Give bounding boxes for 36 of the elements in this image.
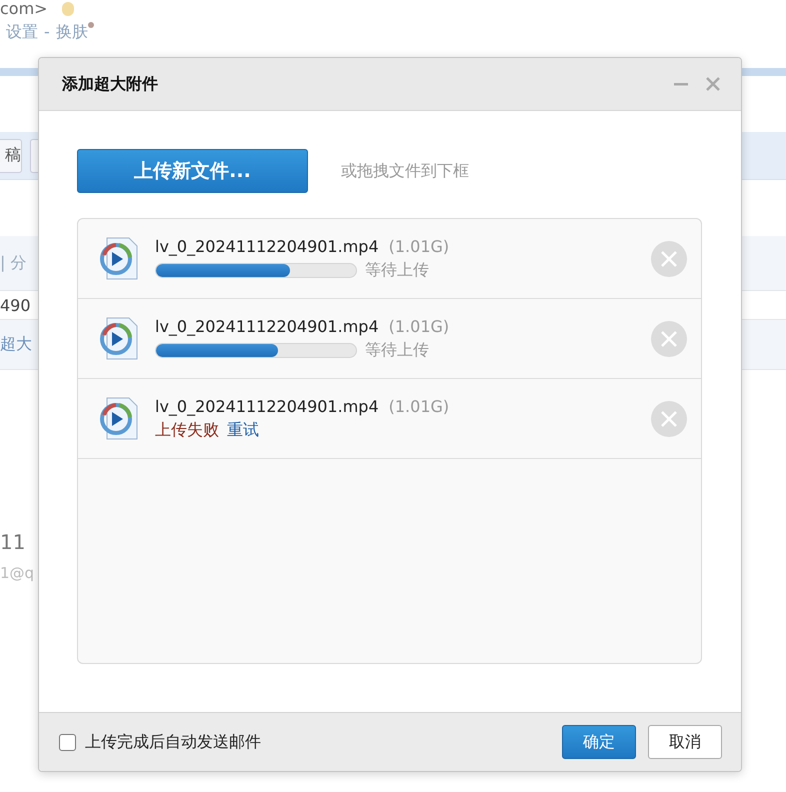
close-icon [660,330,678,348]
separator: - [44,22,50,41]
confirm-button[interactable]: 确定 [562,725,636,759]
row-text: 490 [0,296,31,314]
checkbox-label: 上传完成后自动发送邮件 [85,732,262,752]
toolbar-button[interactable]: 稿 [0,138,22,172]
row-text: | 分 [0,252,26,274]
badge-icon [62,2,74,16]
upload-status: 上传失败 [155,420,219,440]
header-link[interactable]: 换肤 [56,22,88,43]
file-size: (1.01G) [388,396,450,416]
contact-email: 1@q [0,564,36,582]
file-size: (1.01G) [388,316,450,336]
row-text: 超大 [0,334,32,355]
upload-button[interactable]: 上传新文件... [77,149,308,193]
remove-button[interactable] [651,320,687,356]
close-icon [660,410,678,428]
cancel-button[interactable]: 取消 [648,725,722,759]
drop-hint: 或拖拽文件到下框 [341,160,469,182]
remove-button[interactable] [651,240,687,276]
upload-status: 等待上传 [365,260,429,280]
dot-icon [88,22,94,28]
header-link[interactable]: 设置 [6,22,38,43]
close-icon [660,250,678,268]
dialog-title: 添加超大附件 [62,74,159,94]
file-name: lv_0_20241112204901.mp4 [155,396,379,416]
email-address: com> [0,0,48,18]
file-name: lv_0_20241112204901.mp4 [155,236,379,256]
checkbox[interactable] [59,734,76,750]
file-size: (1.01G) [388,236,450,256]
file-name: lv_0_20241112204901.mp4 [155,316,379,336]
remove-button[interactable] [651,400,687,436]
retry-link[interactable]: 重试 [227,420,259,440]
contact-name: 11 [0,530,26,554]
upload-status: 等待上传 [365,340,429,360]
close-icon[interactable] [705,76,721,92]
